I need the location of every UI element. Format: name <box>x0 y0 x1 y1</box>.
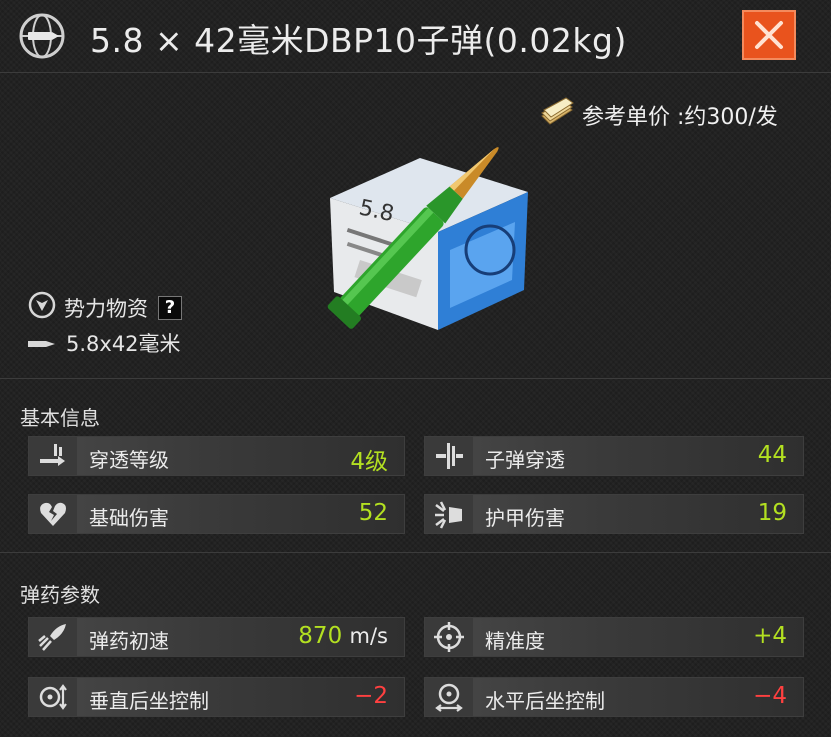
horizontal-recoil-icon <box>435 683 463 712</box>
stat-value: +4 <box>753 623 787 649</box>
stat-value: 4级 <box>350 449 388 475</box>
stat-value: 870 m/s <box>298 623 388 649</box>
basic-info-title: 基本信息 <box>20 406 100 430</box>
close-icon <box>755 21 783 49</box>
stat-accuracy: 精准度 +4 <box>424 617 804 657</box>
stat-label: 基础伤害 <box>89 506 169 530</box>
reference-price-label: 参考单价 :约300/发 <box>582 105 778 130</box>
bullet-globe-icon <box>18 12 66 60</box>
bullet-penetration-icon <box>436 443 463 469</box>
stat-label: 垂直后坐控制 <box>89 689 209 713</box>
faction-supply: 势力物资 ? <box>28 291 182 324</box>
stat-value: 52 <box>358 500 388 526</box>
divider <box>0 378 831 379</box>
stat-horizontal-recoil: 水平后坐控制 −4 <box>424 677 804 717</box>
item-title: 5.8 × 42毫米DBP10子弹(0.02kg) <box>90 21 627 60</box>
stat-label: 穿透等级 <box>89 448 169 472</box>
stat-value-unit: m/s <box>349 624 388 648</box>
stat-value-number: 870 <box>298 623 343 649</box>
stat-label: 护甲伤害 <box>485 506 565 530</box>
caliber-label: 5.8x42毫米 <box>66 332 181 356</box>
stat-armor-damage: 护甲伤害 19 <box>424 494 804 534</box>
reference-price: 参考单价 :约300/发 <box>538 96 778 134</box>
close-button[interactable] <box>742 10 796 60</box>
divider <box>0 552 831 553</box>
stat-label: 子弹穿透 <box>485 448 565 472</box>
stat-label: 弹药初速 <box>89 629 169 653</box>
stat-bullet-penetration: 子弹穿透 44 <box>424 436 804 476</box>
stat-vertical-recoil: 垂直后坐控制 −2 <box>28 677 405 717</box>
stat-value: −2 <box>354 683 388 709</box>
stat-value: −4 <box>753 683 787 709</box>
item-image: 5.8 <box>300 110 540 340</box>
help-icon[interactable]: ? <box>158 295 182 320</box>
penetration-level-icon <box>40 444 65 466</box>
vertical-recoil-icon <box>39 684 67 710</box>
caliber-info: 5.8x42毫米 <box>28 328 181 358</box>
broken-heart-icon <box>40 502 66 526</box>
stat-base-damage: 基础伤害 52 <box>28 494 405 534</box>
money-stack-icon <box>538 96 576 134</box>
bullet-icon <box>28 331 56 355</box>
stat-value: 44 <box>757 442 787 468</box>
faction-label: 势力物资 <box>64 296 148 321</box>
ammo-params-title: 弹药参数 <box>20 583 100 607</box>
stat-label: 水平后坐控制 <box>485 689 605 713</box>
stat-label: 精准度 <box>485 629 545 653</box>
stat-penetration-level: 穿透等级 4级 <box>28 436 405 476</box>
stat-value: 19 <box>757 500 787 526</box>
stat-muzzle-velocity: 弹药初速 870 m/s <box>28 617 405 657</box>
faction-shield-icon <box>28 291 56 324</box>
muzzle-velocity-icon <box>38 624 66 651</box>
crosshair-icon <box>434 622 464 652</box>
item-header: 5.8 × 42毫米DBP10子弹(0.02kg) <box>0 0 831 73</box>
armor-damage-icon <box>435 501 462 529</box>
